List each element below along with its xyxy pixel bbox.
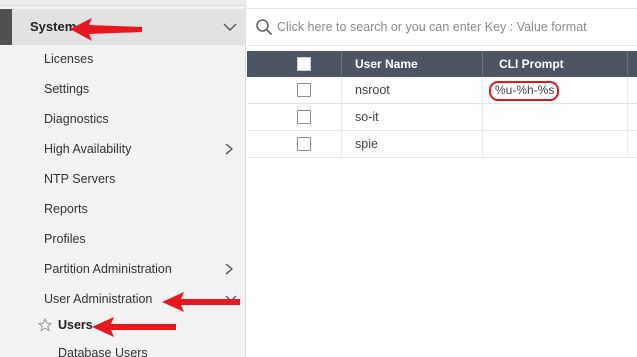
column-header-cli-prompt[interactable]: CLI Prompt xyxy=(499,51,564,77)
search-icon xyxy=(256,19,272,35)
row-checkbox[interactable] xyxy=(297,83,311,97)
sidebar-top-strip xyxy=(0,0,246,6)
main-content: User Name CLI Prompt nsroot %u-%h-%s so-… xyxy=(247,0,637,357)
sidebar-item-label: High Availability xyxy=(44,142,132,156)
row-checkbox[interactable] xyxy=(297,110,311,124)
sidebar-item-label: Partition Administration xyxy=(44,262,172,276)
select-all-checkbox[interactable] xyxy=(297,57,311,71)
selected-indicator xyxy=(0,9,12,45)
cell-divider xyxy=(341,131,342,158)
sidebar-subitem-label: Database Users xyxy=(58,346,148,357)
chevron-right-icon[interactable] xyxy=(223,142,235,156)
sidebar-item-diagnostics[interactable]: Diagnostics xyxy=(0,104,246,134)
row-checkbox[interactable] xyxy=(297,137,311,151)
sidebar: System Licenses Settings Diagnostics Hig… xyxy=(0,0,246,357)
sidebar-item-user-administration[interactable]: User Administration xyxy=(0,284,246,314)
sidebar-item-label: Profiles xyxy=(44,232,86,246)
search-bar[interactable] xyxy=(247,8,637,46)
user-name-cell: spie xyxy=(355,137,378,151)
sidebar-item-label: NTP Servers xyxy=(44,172,116,186)
cell-divider xyxy=(627,77,628,104)
cell-divider xyxy=(341,104,342,131)
cell-divider xyxy=(627,131,628,158)
sidebar-item-settings[interactable]: Settings xyxy=(0,74,246,104)
sidebar-item-licenses[interactable]: Licenses xyxy=(0,44,246,74)
sidebar-subitem-label: Users xyxy=(58,318,93,332)
user-name-cell: nsroot xyxy=(355,83,390,97)
cell-divider xyxy=(627,104,628,131)
cell-divider xyxy=(482,131,483,158)
table-header: User Name CLI Prompt xyxy=(247,51,637,77)
table-row[interactable]: spie xyxy=(247,131,637,158)
table-row[interactable]: so-it xyxy=(247,104,637,131)
column-header-user-name[interactable]: User Name xyxy=(355,51,418,77)
search-input[interactable] xyxy=(277,16,632,38)
table-row[interactable]: nsroot %u-%h-%s xyxy=(247,77,637,104)
user-name-cell: so-it xyxy=(355,110,379,124)
chevron-right-icon[interactable] xyxy=(223,262,235,276)
cell-divider xyxy=(482,77,483,104)
star-icon[interactable] xyxy=(38,318,52,332)
cell-divider xyxy=(341,77,342,104)
chevron-down-icon[interactable] xyxy=(222,20,238,34)
sidebar-item-profiles[interactable]: Profiles xyxy=(0,224,246,254)
sidebar-item-label: Reports xyxy=(44,202,88,216)
sidebar-item-label: Settings xyxy=(44,82,90,96)
sidebar-item-label: Diagnostics xyxy=(44,112,109,126)
cli-prompt-cell: %u-%h-%s xyxy=(495,83,555,97)
sidebar-item-label: User Administration xyxy=(44,292,153,306)
chevron-down-icon[interactable] xyxy=(224,293,238,305)
sidebar-item-ntp-servers[interactable]: NTP Servers xyxy=(0,164,246,194)
column-divider xyxy=(482,51,483,77)
sidebar-item-partition-administration[interactable]: Partition Administration xyxy=(0,254,246,284)
sidebar-item-reports[interactable]: Reports xyxy=(0,194,246,224)
column-divider xyxy=(341,51,342,77)
sidebar-subitem-users[interactable]: Users xyxy=(0,313,246,337)
users-table: User Name CLI Prompt nsroot %u-%h-%s so-… xyxy=(247,51,637,158)
sidebar-section-label: System xyxy=(30,19,77,34)
column-divider xyxy=(627,51,628,77)
sidebar-subitem-database-users[interactable]: Database Users xyxy=(0,340,246,357)
sidebar-item-high-availability[interactable]: High Availability xyxy=(0,134,246,164)
sidebar-section-system[interactable]: System xyxy=(0,9,246,45)
cell-divider xyxy=(482,104,483,131)
sidebar-item-label: Licenses xyxy=(44,52,94,66)
